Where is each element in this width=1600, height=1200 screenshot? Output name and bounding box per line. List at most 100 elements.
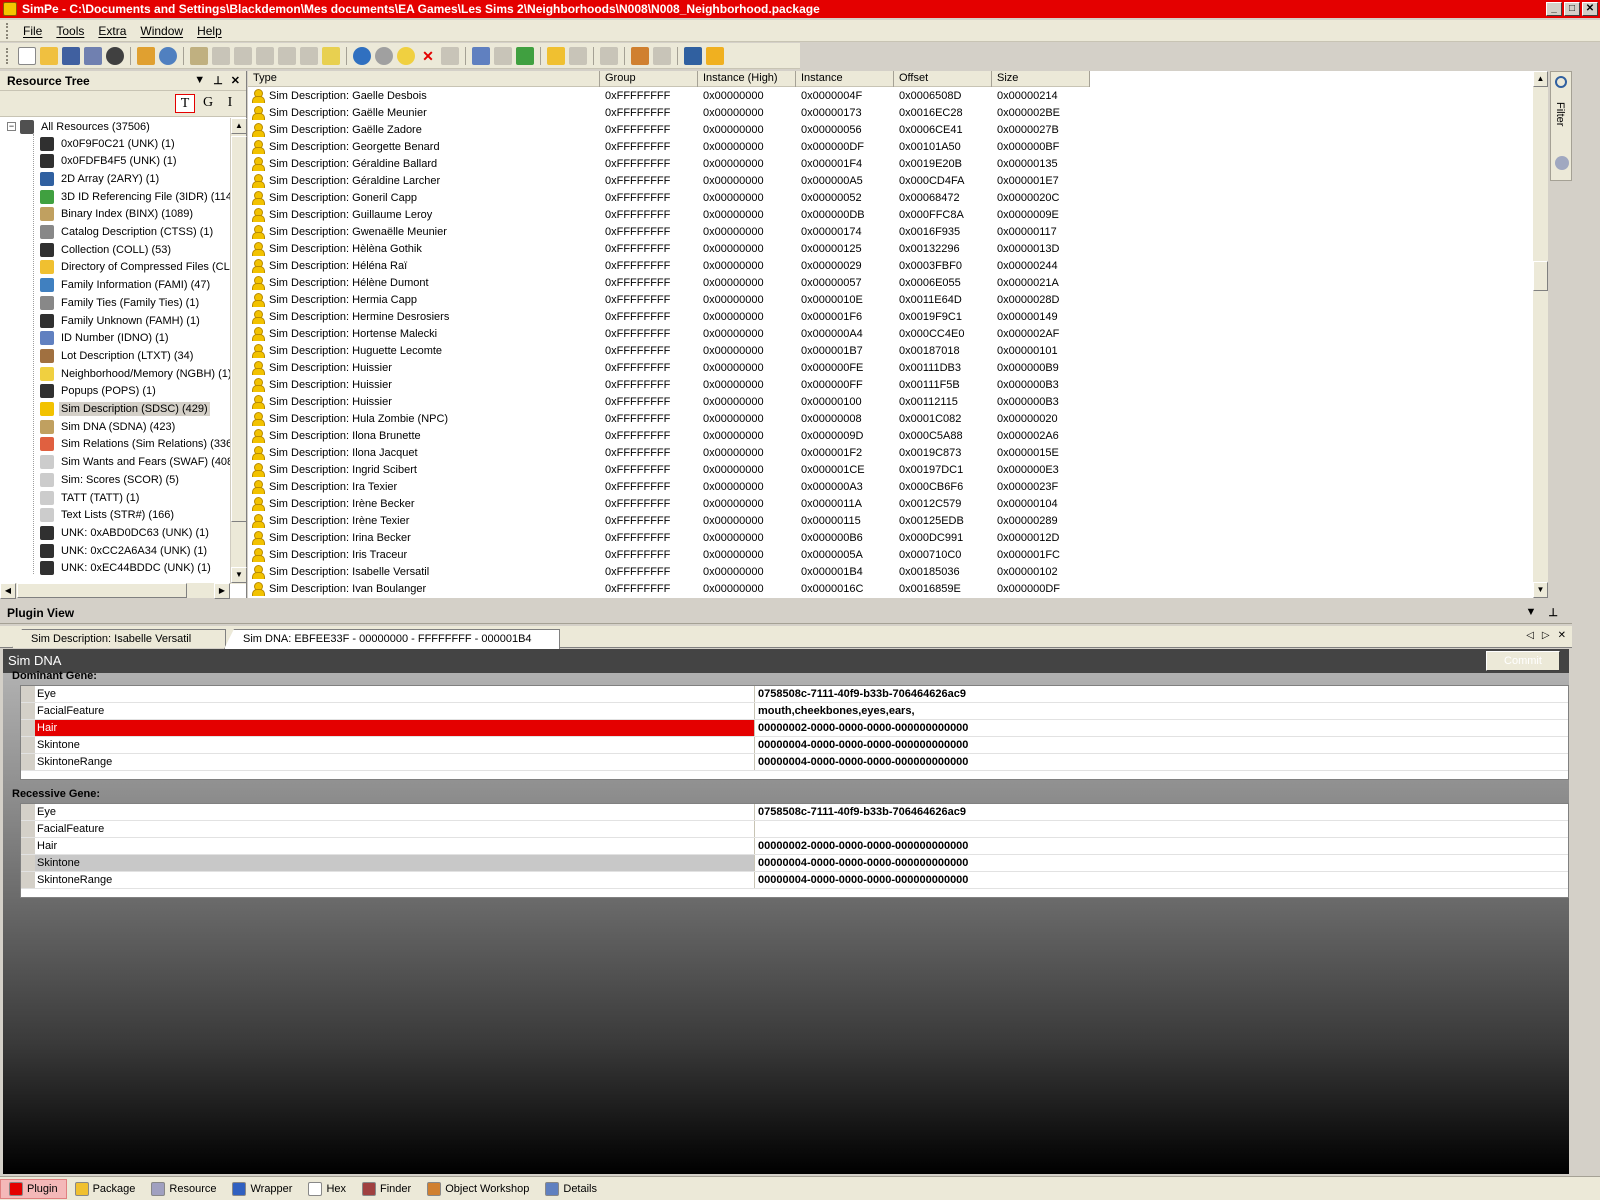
scroll-up-button[interactable]: ▲ [1533,71,1548,87]
column-offset[interactable]: Offset [894,71,992,87]
gene-row[interactable]: Eye 0758508c-7111-40f9-b33b-706464626ac9 [21,804,1568,821]
resource-row[interactable]: Sim Description: Hermia Capp 0xFFFFFFFF 0x… [248,291,1548,308]
open-recent-icon[interactable] [190,46,208,65]
tree-item[interactable]: Popups (POPS) (1) [40,383,158,400]
search-icon[interactable] [159,46,177,65]
save-as-icon[interactable] [84,46,102,65]
tab-next-icon[interactable]: ▷ [1542,630,1550,641]
bottom-tab-plugin[interactable]: Plugin [0,1178,67,1199]
minimize-button[interactable]: _ [1546,2,1562,16]
gene-value[interactable]: 00000004-0000-0000-0000-000000000000 [755,754,1568,770]
resource-row[interactable]: Sim Description: Ilona Jacquet 0xFFFFFFFF… [248,444,1548,461]
tools-icon[interactable] [631,46,649,65]
gene-row[interactable]: FacialFeature mouth,cheekbones,eyes,ears, [21,703,1568,720]
resource-list[interactable]: Type Group Instance (High) Instance Offs… [248,71,1548,598]
scroll-up-button[interactable]: ▲ [231,118,247,134]
tree-item[interactable]: Family Unknown (FAMH) (1) [40,312,202,329]
group-sort-button[interactable]: G [198,94,218,113]
hscroll-thumb[interactable] [17,583,187,598]
gene-name[interactable]: Skintone [35,855,755,871]
resource-row[interactable]: Sim Description: Guillaume Leroy 0xFFFFFF… [248,206,1548,223]
gene-value[interactable]: 0758508c-7111-40f9-b33b-706464626ac9 [755,804,1568,820]
filter-dock-tab[interactable]: Filter [1550,71,1572,181]
scroll-down-button[interactable]: ▼ [231,567,247,583]
resource-row[interactable]: Sim Description: Ingrid Scibert 0xFFFFFFF… [248,461,1548,478]
column-type[interactable]: Type [248,71,600,87]
menu-window[interactable]: Window [133,22,190,40]
scroll-down-button[interactable]: ▼ [1533,582,1548,598]
column-instance-high[interactable]: Instance (High) [698,71,796,87]
resource-row[interactable]: Sim Description: Ira Texier 0xFFFFFFFF 0x0… [248,478,1548,495]
gene-name[interactable]: Eye [35,686,755,702]
pin-icon[interactable]: ⊥ [1548,606,1558,619]
tree-item[interactable]: UNK: 0xABD0DC63 (UNK) (1) [40,524,211,541]
resource-row[interactable]: Sim Description: Gaëlle Zadore 0xFFFFFFFF… [248,121,1548,138]
gene-value[interactable]: 00000002-0000-0000-0000-000000000000 [755,720,1568,736]
dominant-gene-grid[interactable]: Eye 0758508c-7111-40f9-b33b-706464626ac9 F… [20,685,1569,780]
tree-item[interactable]: UNK: 0xCC2A6A34 (UNK) (1) [40,542,209,559]
maximize-button[interactable]: □ [1564,2,1580,16]
gene-row[interactable]: Skintone 00000004-0000-0000-0000-00000000… [21,855,1568,872]
neighborhood-icon[interactable] [137,46,155,65]
resource-row[interactable]: Sim Description: Hèlèna Gothik 0xFFFFFFFF… [248,240,1548,257]
sim-user-icon[interactable] [706,46,724,65]
tree-item[interactable]: Sim: Scores (SCOR) (5) [40,471,181,488]
resource-row[interactable]: Sim Description: Gaëlle Meunier 0xFFFFFFF… [248,104,1548,121]
tree-item[interactable]: Sim Description (SDSC) (429) [40,401,210,418]
tree-item[interactable]: Text Lists (STR#) (166) [40,507,176,524]
close-button[interactable]: ✕ [1582,2,1598,16]
resource-row[interactable]: Sim Description: Géraldine Larcher 0xFFFF… [248,172,1548,189]
gene-name[interactable]: Skintone [35,737,755,753]
scroll-left-button[interactable]: ◀ [0,583,16,599]
gene-value[interactable]: 00000004-0000-0000-0000-000000000000 [755,855,1568,871]
gene-row[interactable]: Hair 00000002-0000-0000-0000-000000000000 [21,838,1568,855]
window-titlebar[interactable]: SimPe - C:\Documents and Settings\Blackd… [0,0,1600,18]
resource-row[interactable]: Sim Description: Hermine Desrosiers 0xFFF… [248,308,1548,325]
view-icon[interactable] [472,46,490,65]
menu-extra[interactable]: Extra [91,22,133,40]
pane-close-icon[interactable]: ✕ [231,74,240,87]
gene-row[interactable]: SkintoneRange 00000004-0000-0000-0000-000… [21,754,1568,771]
open-folder-icon[interactable] [40,46,58,65]
resource-row[interactable]: Sim Description: Hortense Malecki 0xFFFFF… [248,325,1548,342]
gene-name[interactable]: FacialFeature [35,703,755,719]
gene-row[interactable]: FacialFeature [21,821,1568,838]
bottom-tab-package[interactable]: Package [67,1179,144,1199]
column-size[interactable]: Size [992,71,1090,87]
resource-row[interactable]: Sim Description: Georgette Benard 0xFFFFF… [248,138,1548,155]
tree-item[interactable]: Catalog Description (CTSS) (1) [40,224,215,241]
gene-name[interactable]: FacialFeature [35,821,755,837]
tree-item[interactable]: ID Number (IDNO) (1) [40,330,171,347]
pin-icon[interactable]: ⊥ [213,74,223,87]
resource-row[interactable]: Sim Description: Héléna Raï 0xFFFFFFFF 0x0… [248,257,1548,274]
bottom-tab-resource[interactable]: Resource [143,1179,224,1199]
gene-value[interactable]: mouth,cheekbones,eyes,ears, [755,703,1568,719]
gene-value[interactable] [755,821,1568,837]
delete-icon[interactable]: ✕ [419,47,437,65]
recessive-gene-grid[interactable]: Eye 0758508c-7111-40f9-b33b-706464626ac9 F… [20,803,1569,898]
close-package-icon[interactable] [106,46,124,65]
resource-row[interactable]: Sim Description: Ivan Boulanger 0xFFFFFFF… [248,580,1548,597]
tree-item[interactable]: 3D ID Referencing File (3IDR) (114 [40,188,230,205]
type-sort-button[interactable]: T [175,94,195,113]
gene-value[interactable]: 00000004-0000-0000-0000-000000000000 [755,872,1568,888]
gene-name[interactable]: Eye [35,804,755,820]
tree-item[interactable]: UNK: 0xEC44BDDC (UNK) (1) [40,560,213,577]
tree-item[interactable]: Sim Wants and Fears (SWAF) (408) [40,454,230,471]
globe-icon[interactable] [375,46,393,65]
collapse-toggle[interactable]: − [7,122,16,131]
resource-row[interactable]: Sim Description: Irène Texier 0xFFFFFFFF 0… [248,512,1548,529]
resource-row[interactable]: Sim Description: Hula Zombie (NPC) 0xFFFF… [248,410,1548,427]
bottom-tab-wrapper[interactable]: Wrapper [224,1179,300,1199]
tree-item[interactable]: Family Information (FAMI) (47) [40,277,212,294]
commit-button[interactable]: Commit [1486,651,1560,671]
resource-row[interactable]: Sim Description: Irina Becker 0xFFFFFFFF 0… [248,529,1548,546]
bottom-tab-hex[interactable]: Hex [300,1179,354,1199]
tree-item[interactable]: 0x0FDFB4F5 (UNK) (1) [40,153,179,170]
pane-dropdown-icon[interactable]: ▼ [194,74,205,87]
tree-root-all-resources[interactable]: All Resources (37506) [20,118,152,135]
gene-value[interactable]: 0758508c-7111-40f9-b33b-706464626ac9 [755,686,1568,702]
gene-name[interactable]: SkintoneRange [35,754,755,770]
tree-item[interactable]: Neighborhood/Memory (NGBH) (1) [40,365,230,382]
gene-row[interactable]: Eye 0758508c-7111-40f9-b33b-706464626ac9 [21,686,1568,703]
